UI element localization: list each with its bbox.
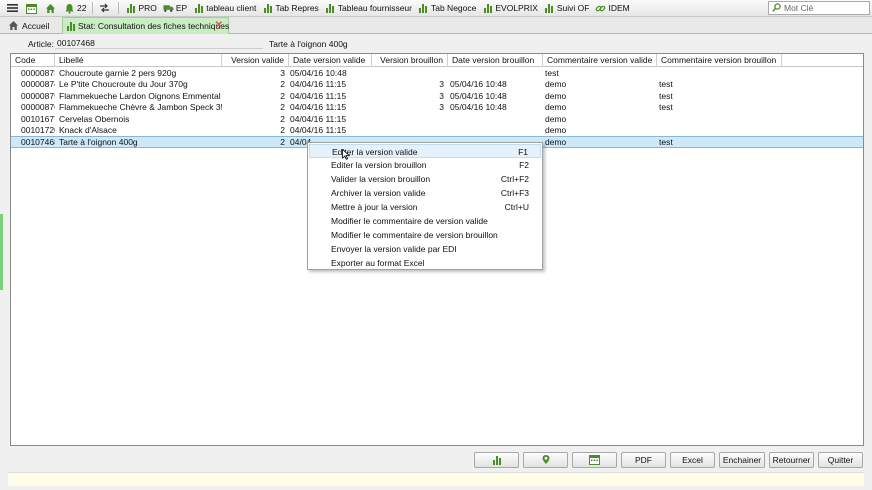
toolbar-tableau-client-button[interactable]: tableau client [190,1,259,16]
notifications-button[interactable]: 22 [61,1,89,16]
menu-item-modifier-commentaire-brouillon[interactable]: Modifier le commentaire de version broui… [309,228,541,242]
search-icon [772,2,781,14]
menu-shortcut: F2 [519,160,529,170]
menu-shortcut: F1 [518,147,528,157]
table-row[interactable]: 00000876 Flammekueche Chèvre & Jambon Sp… [11,102,863,113]
column-header-code[interactable]: Code [11,54,55,67]
calendar-button[interactable] [572,452,617,468]
chart-button[interactable] [474,452,519,468]
bar-chart-icon [193,3,204,14]
mouse-cursor-icon [342,148,351,162]
toolbar-tableau-fournisseur-button[interactable]: Tableau fournisseur [322,1,415,16]
toolbar-tab-repres-button[interactable]: Tab Repres [259,1,321,16]
calendar-button[interactable] [23,1,42,16]
bar-chart-icon [325,3,336,14]
column-header-date-version-valide[interactable]: Date version valide [289,54,372,67]
column-header-commentaire-valide[interactable]: Commentaire version valide [543,54,657,67]
hamburger-icon [7,3,18,14]
table-row[interactable]: 00000875 Flammekueche Lardon Oignons Emm… [11,91,863,102]
tab-bar: Accueil Stat: Consultation des fiches te… [0,17,872,34]
toolbar-separator [92,2,94,14]
excel-button[interactable]: Excel [670,452,715,468]
bar-chart-icon [125,3,136,14]
menu-shortcut: Ctrl+F3 [500,188,529,198]
menu-item-mettre-a-jour-version[interactable]: Mettre à jour la version Ctrl+U [309,200,541,214]
menu-button[interactable] [4,1,23,16]
toolbar-evolprix-button[interactable]: EVOLPRIX [479,1,541,16]
menu-item-valider-version-brouillon[interactable]: Valider la version brouillon Ctrl+F2 [309,172,541,186]
bar-chart-icon [544,3,555,14]
notification-count: 22 [77,3,87,13]
article-row: Article: 00107468 Tarte à l'oignon 400g [0,36,872,51]
toolbar-idem-button[interactable]: IDEM [592,1,632,16]
toolbar-pro-button[interactable]: PRO [122,1,159,16]
status-footer [8,472,864,486]
table-row[interactable]: 00000874 Le P'tite Choucroute du Jour 37… [11,79,863,90]
bottom-button-bar: PDF Excel Enchainer Retourner Quitter [0,452,872,468]
context-menu: Editer la version valide F1 Editer la ve… [307,142,543,270]
side-accent-strip [0,214,3,290]
bell-icon [64,3,75,14]
menu-item-exporter-excel[interactable]: Exporter au format Excel [309,256,541,270]
close-icon[interactable]: ✕ [215,20,223,31]
column-header-libelle[interactable]: Libellé [55,54,222,67]
column-header-version-brouillon[interactable]: Version brouillon [372,54,448,67]
toolbar-ep-button[interactable]: EP [160,1,190,16]
menu-item-envoyer-edi[interactable]: Envoyer la version valide par EDI [309,242,541,256]
search-input[interactable] [784,3,864,13]
pdf-button[interactable]: PDF [621,452,666,468]
bar-chart-icon [492,455,501,465]
top-toolbar: 22 PRO EP tableau client Tab Repres Tabl… [0,0,872,17]
bar-chart-icon [262,3,273,14]
swap-arrows-icon [99,3,110,14]
bar-chart-icon [67,21,75,32]
home-icon [8,20,19,31]
menu-item-archiver-version-valide[interactable]: Archiver la version valide Ctrl+F3 [309,186,541,200]
truck-icon [163,3,174,14]
calendar-icon [589,454,600,467]
column-header-date-version-brouillon[interactable]: Date version brouillon [448,54,543,67]
toolbar-suivi-of-button[interactable]: Suivi OF [541,1,593,16]
toolbar-separator [118,2,120,14]
table-row[interactable]: 00101677 Cervelas Obernois 2 04/04/16 11… [11,114,863,125]
enchainer-button[interactable]: Enchainer [719,452,765,468]
table-row[interactable]: 00101720 Knack d'Alsace 2 04/04/16 11:15… [11,125,863,136]
link-icon [595,3,606,14]
article-code-field[interactable]: 00107468 [55,38,263,49]
toolbar-tab-negoce-button[interactable]: Tab Negoce [415,1,479,16]
tab-stat-consultation[interactable]: Stat: Consultation des fiches techniques… [62,17,229,34]
article-label: Article: [28,39,54,49]
home-button[interactable] [42,1,61,16]
menu-shortcut: Ctrl+F2 [500,174,529,184]
tab-accueil[interactable]: Accueil [4,17,60,34]
bar-chart-icon [418,3,429,14]
quitter-button[interactable]: Quitter [818,452,863,468]
retourner-button[interactable]: Retourner [769,452,814,468]
pin-button[interactable] [523,452,568,468]
table-row[interactable]: 00000873 Choucroute garnie 2 pers 920g 3… [11,68,863,79]
bar-chart-icon [482,3,493,14]
column-header-version-valide[interactable]: Version valide [222,54,289,67]
menu-item-modifier-commentaire-valide[interactable]: Modifier le commentaire de version valid… [309,214,541,228]
calendar-icon [26,3,37,14]
table-header: Code Libellé Version valide Date version… [11,54,863,67]
column-header-commentaire-brouillon[interactable]: Commentaire version brouillon [657,54,782,67]
article-name: Tarte à l'oignon 400g [269,39,348,49]
swap-button[interactable] [96,1,115,16]
home-icon [45,3,56,14]
menu-shortcut: Ctrl+U [504,202,529,212]
search-box[interactable] [768,1,870,15]
pin-icon [541,454,551,467]
